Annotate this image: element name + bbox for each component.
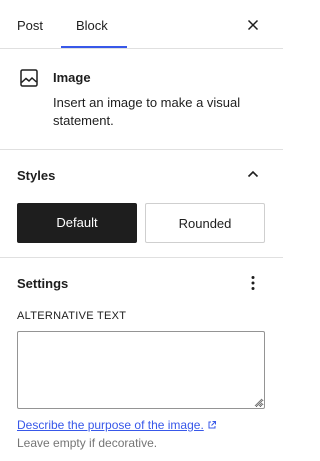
close-button[interactable]	[242, 14, 264, 36]
settings-options-button[interactable]	[242, 272, 264, 294]
block-card: Image Insert an image to make a visual s…	[0, 49, 283, 150]
describe-purpose-link[interactable]: Describe the purpose of the image.	[17, 418, 217, 432]
more-vertical-icon	[251, 276, 255, 290]
tab-block[interactable]: Block	[76, 0, 108, 49]
chevron-up-icon	[247, 170, 259, 178]
external-link-icon	[208, 421, 216, 429]
collapse-styles-button[interactable]	[242, 163, 264, 185]
alt-text-input[interactable]	[17, 331, 265, 409]
styles-panel: Styles Default Rounded	[0, 150, 283, 258]
alt-text-help: Leave empty if decorative.	[17, 436, 158, 450]
image-icon	[18, 67, 40, 89]
settings-panel-title: Settings	[17, 276, 69, 291]
alt-text-label: ALTERNATIVE TEXT	[17, 310, 127, 322]
tab-post[interactable]: Post	[17, 0, 43, 49]
styles-panel-title[interactable]: Styles	[17, 168, 55, 183]
block-title: Image	[53, 70, 91, 85]
sidebar-tabs: Post Block	[0, 0, 283, 49]
active-tab-indicator	[61, 46, 127, 48]
close-icon	[247, 19, 259, 31]
style-default-button[interactable]: Default	[17, 203, 137, 243]
block-description: Insert an image to make a visual stateme…	[53, 95, 241, 128]
settings-panel: Settings ALTERNATIVE TEXT Describe the p…	[0, 258, 283, 461]
describe-purpose-link-text: Describe the purpose of the image.	[17, 418, 204, 432]
style-rounded-button[interactable]: Rounded	[145, 203, 265, 243]
